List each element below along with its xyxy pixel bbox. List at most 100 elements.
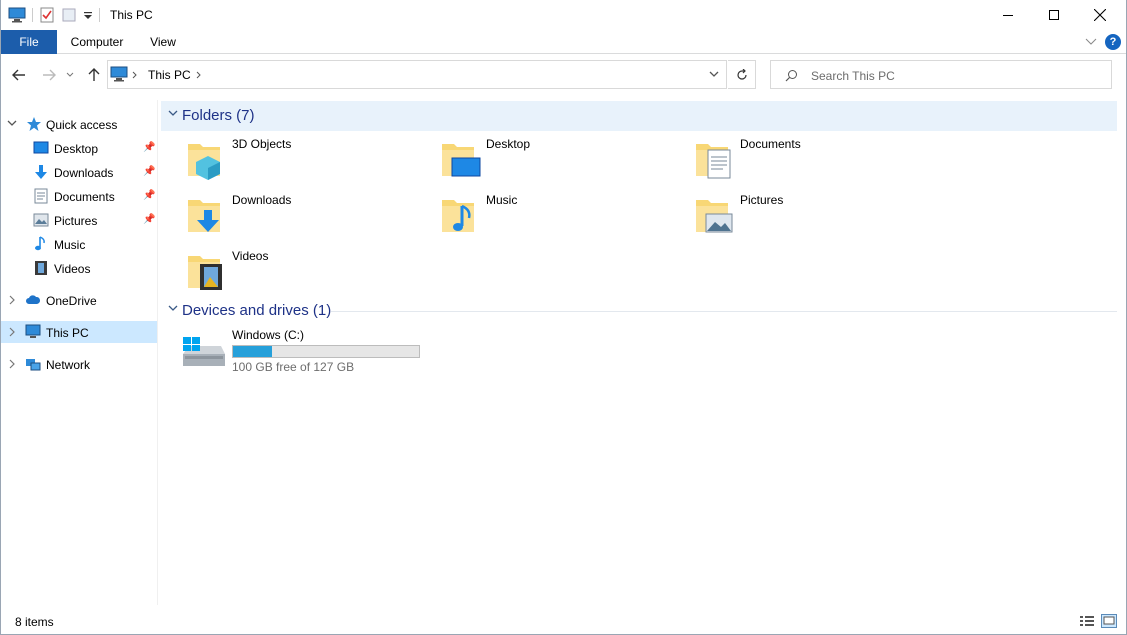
chevron-down-icon[interactable] — [708, 68, 720, 80]
address-path[interactable]: This PC — [148, 68, 191, 82]
chevron-down-icon — [66, 72, 74, 77]
customize-toolbar-icon[interactable] — [83, 7, 93, 23]
ribbon: File Computer View ? — [0, 30, 1127, 54]
group-title: Folders (7) — [182, 107, 255, 124]
folder-name: Desktop — [486, 137, 531, 151]
sidebar-item-label: Desktop — [54, 142, 99, 156]
document-icon — [34, 188, 48, 204]
chevron-right-icon[interactable] — [8, 359, 16, 369]
back-button[interactable] — [9, 65, 29, 85]
this-pc-icon[interactable] — [8, 7, 26, 23]
folder-3d-objects[interactable]: 3D Objects — [161, 133, 411, 185]
pin-icon[interactable]: 📌 — [143, 142, 155, 153]
refresh-icon — [736, 68, 747, 80]
chevron-down-icon[interactable] — [7, 120, 17, 128]
help-icon[interactable]: ? — [1105, 34, 1121, 50]
refresh-button[interactable] — [728, 60, 756, 89]
folder-desktop[interactable]: Desktop — [415, 133, 665, 185]
tab-view[interactable]: View — [140, 30, 186, 54]
status-bar: 8 items — [0, 608, 1127, 635]
sidebar-item-videos[interactable]: Videos — [0, 257, 157, 279]
large-icons-view-icon[interactable] — [1101, 614, 1117, 628]
properties-icon[interactable] — [39, 7, 55, 23]
pin-icon[interactable]: 📌 — [143, 166, 155, 177]
toolbar-separator — [99, 8, 100, 22]
pin-icon[interactable]: 📌 — [143, 190, 155, 201]
minimize-icon — [1003, 15, 1013, 16]
sidebar-item-label: Downloads — [54, 166, 114, 180]
file-list: Folders (7) 3D Objects Desktop Documents… — [161, 100, 1127, 605]
chevron-right-icon[interactable] — [132, 71, 138, 79]
arrow-left-icon — [12, 69, 25, 81]
up-button[interactable] — [84, 65, 104, 85]
music-folder-icon — [442, 200, 474, 232]
documents-folder-icon — [696, 144, 731, 179]
folder-videos[interactable]: Videos — [161, 245, 411, 297]
forward-button[interactable] — [39, 65, 59, 85]
expand-ribbon-icon[interactable] — [1085, 36, 1097, 46]
folder-name: Pictures — [740, 193, 784, 207]
sidebar-item-label: Network — [46, 358, 91, 372]
sidebar-item-documents[interactable]: Documents 📌 — [0, 185, 157, 207]
group-header-devices[interactable]: Devices and drives (1) — [161, 296, 1117, 326]
folder-pictures[interactable]: Pictures — [669, 189, 919, 241]
folder-name: Videos — [232, 249, 269, 263]
sidebar-item-downloads[interactable]: Downloads 📌 — [0, 161, 157, 183]
new-folder-icon[interactable] — [61, 7, 77, 23]
window-title: This PC — [110, 8, 153, 22]
music-note-icon — [35, 236, 45, 251]
drive-windows-c[interactable]: Windows (C:) 100 GB free of 127 GB — [181, 328, 441, 380]
folder-music[interactable]: Music — [415, 189, 665, 241]
sidebar-item-music[interactable]: Music — [0, 233, 157, 255]
folder-name: Music — [486, 193, 518, 207]
videos-folder-icon — [188, 256, 222, 290]
title-bar: This PC — [0, 0, 1127, 30]
folder-name: Documents — [740, 137, 801, 151]
star-icon — [27, 117, 41, 131]
sidebar-item-network[interactable]: Network — [0, 353, 157, 375]
maximize-icon — [1049, 10, 1059, 20]
sidebar-item-label: Videos — [54, 262, 91, 276]
tab-computer[interactable]: Computer — [60, 30, 134, 54]
sidebar-item-desktop[interactable]: Desktop 📌 — [0, 137, 157, 159]
chevron-down-icon[interactable] — [168, 110, 178, 118]
download-arrow-icon — [35, 165, 47, 179]
address-bar[interactable]: This PC — [107, 60, 727, 89]
toolbar-separator — [32, 8, 33, 22]
minimize-button[interactable] — [985, 0, 1031, 30]
drive-usage-fill — [233, 346, 273, 357]
tab-file[interactable]: File — [1, 30, 57, 54]
sidebar-item-label: Documents — [54, 190, 115, 204]
details-view-icon[interactable] — [1079, 614, 1095, 628]
pin-icon[interactable]: 📌 — [143, 214, 155, 225]
chevron-right-icon[interactable] — [8, 295, 16, 305]
folder-documents[interactable]: Documents — [669, 133, 919, 185]
sidebar-item-pictures[interactable]: Pictures 📌 — [0, 209, 157, 231]
sidebar-item-label: Music — [54, 238, 86, 252]
search-placeholder: Search This PC — [811, 69, 895, 83]
maximize-button[interactable] — [1031, 0, 1077, 30]
search-box[interactable]: Search This PC — [770, 60, 1112, 89]
arrow-up-icon — [88, 68, 100, 81]
network-icon — [26, 359, 41, 371]
group-header-folders[interactable]: Folders (7) — [161, 101, 1117, 131]
navigation-bar: This PC Search This PC — [0, 55, 1127, 95]
chevron-right-icon[interactable] — [8, 327, 16, 337]
folder-downloads[interactable]: Downloads — [161, 189, 411, 241]
film-icon — [35, 261, 47, 275]
3d-objects-folder-icon — [188, 144, 220, 180]
sidebar-item-quick-access[interactable]: Quick access — [0, 113, 157, 135]
chevron-down-icon[interactable] — [168, 305, 178, 313]
sidebar-item-label: This PC — [46, 326, 89, 340]
this-pc-icon — [110, 66, 128, 82]
cloud-icon — [26, 295, 41, 304]
sidebar-item-onedrive[interactable]: OneDrive — [0, 289, 157, 311]
pictures-icon — [33, 213, 49, 227]
group-divider — [331, 311, 1117, 312]
desktop-folder-icon — [442, 144, 481, 177]
chevron-right-icon[interactable] — [196, 71, 202, 79]
drive-free-space: 100 GB free of 127 GB — [232, 360, 355, 374]
close-button[interactable] — [1077, 0, 1123, 30]
recent-locations-button[interactable] — [63, 65, 77, 85]
sidebar-item-this-pc[interactable]: This PC — [0, 321, 157, 343]
